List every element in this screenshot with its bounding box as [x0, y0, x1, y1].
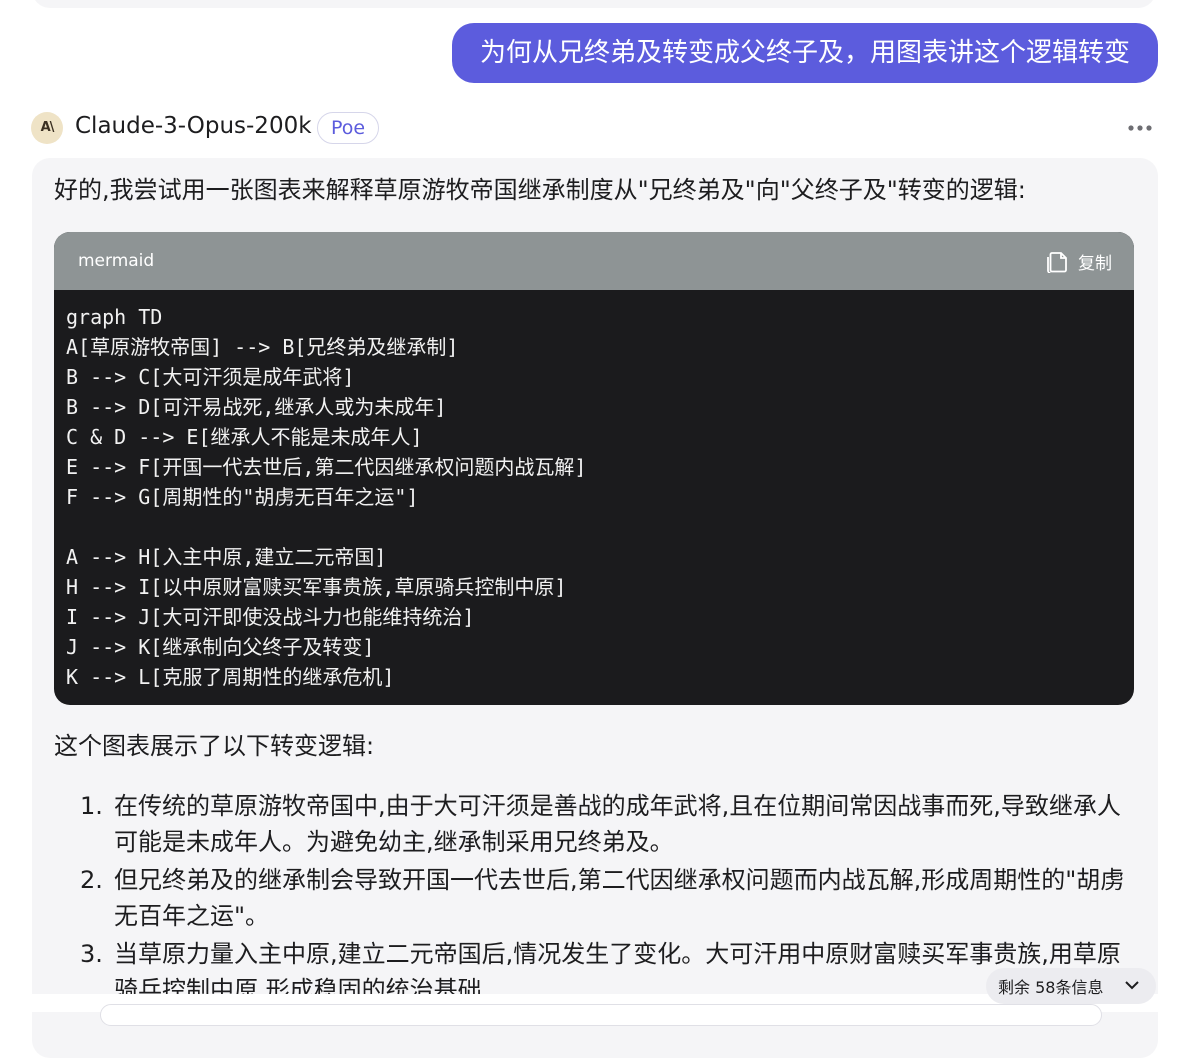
list-text: 但兄终弟及的继承制会导致开国一代去世后,第二代因继承权问题而内战瓦解,形成周期性… — [114, 866, 1125, 930]
code-line: B --> D[可汗易战死,继承人或为未成年] — [66, 395, 447, 419]
user-message-bubble: 为何从兄终弟及转变成父终子及，用图表讲这个逻辑转变 — [452, 23, 1158, 83]
code-line: C & D --> E[继承人不能是未成年人] — [66, 425, 423, 449]
code-line: H --> I[以中原财富赎买军事贵族,草原骑兵控制中原] — [66, 575, 567, 599]
code-line: J --> K[继承制向父终子及转变] — [66, 635, 375, 659]
code-line: K --> L[克服了周期性的继承危机] — [66, 665, 395, 689]
bot-header: A\ Claude-3-Opus-200k Poe — [31, 110, 1156, 146]
code-line: I --> J[大可汗即使没战斗力也能维持统治] — [66, 605, 475, 629]
code-line: B --> C[大可汗须是成年武将] — [66, 365, 355, 389]
more-options-button[interactable] — [1124, 110, 1156, 146]
list-number: 3. — [80, 940, 103, 968]
remaining-messages-button[interactable]: 剩余 58条信息 — [986, 968, 1156, 1004]
code-line: graph TD — [66, 305, 163, 329]
steps-list: 1. 在传统的草原游牧帝国中,由于大可汗须是善战的成年武将,且在位期间常因战事而… — [80, 788, 1140, 1010]
code-block-header: mermaid 复制 — [54, 232, 1134, 290]
code-line: E --> F[开国一代去世后,第二代因继承权问题内战瓦解] — [66, 455, 587, 479]
copy-button[interactable]: 复制 — [1046, 246, 1112, 276]
bot-name[interactable]: Claude-3-Opus-200k — [75, 113, 312, 139]
code-line: A --> H[入主中原,建立二元帝国] — [66, 545, 387, 569]
message-composer[interactable] — [100, 1004, 1102, 1026]
ellipsis-icon — [1128, 125, 1152, 131]
bot-avatar[interactable]: A\ — [31, 112, 63, 144]
list-item: 1. 在传统的草原游牧帝国中,由于大可汗须是善战的成年武将,且在位期间常因战事而… — [80, 788, 1140, 860]
copy-icon — [1047, 252, 1067, 273]
list-number: 2. — [80, 866, 103, 894]
poe-badge: Poe — [317, 112, 379, 144]
previous-message-edge — [32, 0, 1156, 8]
code-block: mermaid 复制 graph TD A[草原游牧帝国] --> B[兄终弟及… — [54, 232, 1134, 705]
response-intro: 好的,我尝试用一张图表来解释草原游牧帝国继承制度从"兄终弟及"向"父终子及"转变… — [54, 176, 1026, 204]
code-line: F --> G[周期性的"胡虏无百年之运"] — [66, 485, 419, 509]
code-line: A[草原游牧帝国] --> B[兄终弟及继承制] — [66, 335, 459, 359]
code-language-label: mermaid — [78, 251, 155, 271]
list-text: 在传统的草原游牧帝国中,由于大可汗须是善战的成年武将,且在位期间常因战事而死,导… — [114, 792, 1121, 856]
code-body: graph TD A[草原游牧帝国] --> B[兄终弟及继承制] B --> … — [54, 290, 1134, 692]
list-item: 2. 但兄终弟及的继承制会导致开国一代去世后,第二代因继承权问题而内战瓦解,形成… — [80, 862, 1140, 934]
remaining-messages-label: 剩余 58条信息 — [998, 978, 1104, 997]
list-number: 1. — [80, 792, 103, 820]
section-heading: 这个图表展示了以下转变逻辑: — [54, 732, 375, 760]
chevron-down-icon — [1125, 981, 1139, 990]
copy-label: 复制 — [1078, 253, 1112, 274]
